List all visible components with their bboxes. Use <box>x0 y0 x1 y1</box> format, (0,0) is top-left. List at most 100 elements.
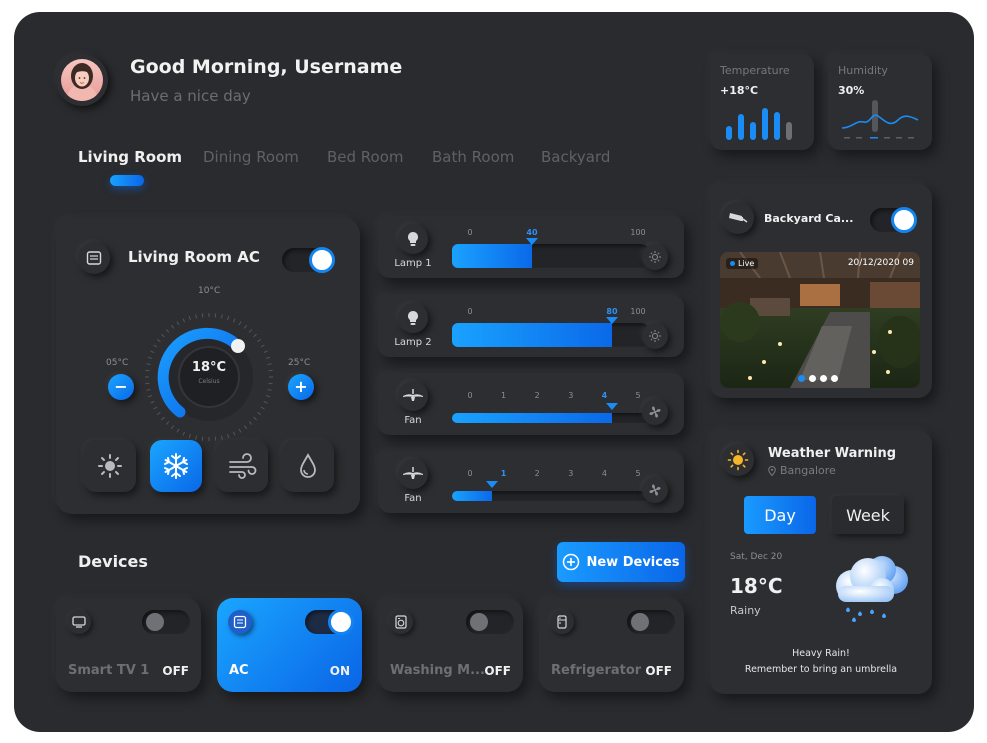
control-label: Fan <box>404 493 422 504</box>
humidity-mini-chart <box>841 100 919 139</box>
level-fill <box>452 244 532 268</box>
humidity-stat-label: Humidity <box>838 64 888 77</box>
devices-title: Devices <box>78 552 148 571</box>
camera-pagination[interactable] <box>798 375 838 382</box>
tick-label: 0 <box>467 307 473 316</box>
tick-label: 0 <box>467 469 473 478</box>
level-marker[interactable] <box>526 238 538 245</box>
lightbulb-icon <box>398 303 428 333</box>
new-devices-button[interactable]: New Devices <box>557 542 685 582</box>
tab-dining-room[interactable]: Dining Room <box>203 148 299 166</box>
dashboard-frame: Good Morning, Username Have a nice day L… <box>14 12 974 732</box>
tab-bath-room[interactable]: Bath Room <box>432 148 514 166</box>
device-state: OFF <box>162 664 189 678</box>
tab-backyard[interactable]: Backyard <box>541 148 610 166</box>
temperature-stat-label: Temperature <box>720 64 790 77</box>
device-card-smart-tv[interactable]: Smart TV 1 OFF <box>56 598 201 692</box>
control-row-2: Lamp 2 0 80 100 <box>378 295 684 357</box>
avatar-photo <box>61 59 103 101</box>
device-name: Smart TV 1 <box>68 663 150 678</box>
device-card-ac[interactable]: AC ON <box>217 598 362 692</box>
level-fill <box>452 491 492 501</box>
sun-weather-icon <box>722 444 754 476</box>
level-fill <box>452 413 612 423</box>
avatar[interactable] <box>56 54 108 106</box>
increase-temp-button[interactable]: + <box>288 374 314 400</box>
add-circle-icon <box>563 553 580 571</box>
level-slider[interactable] <box>452 491 652 501</box>
tick-label: 2 <box>534 391 540 400</box>
temperature-stat-value: +18°C <box>720 84 759 97</box>
ac-unit-icon <box>228 610 252 634</box>
brightness-icon[interactable] <box>642 323 668 349</box>
ceiling-fan-icon <box>398 459 428 489</box>
device-state: OFF <box>484 664 511 678</box>
refrigerator-toggle[interactable] <box>627 610 675 634</box>
level-slider[interactable] <box>452 413 652 423</box>
fan-icon[interactable] <box>642 399 668 425</box>
sun-icon <box>98 454 122 478</box>
control-label: Lamp 1 <box>394 258 432 269</box>
active-tab-indicator <box>110 175 144 186</box>
device-name: AC <box>229 663 249 678</box>
ac-top-label: 10°C <box>198 286 221 296</box>
weather-temp: 18°C <box>730 574 783 598</box>
tick-label: 0 <box>467 391 473 400</box>
ac-min-label: 05°C <box>106 358 129 368</box>
level-marker[interactable] <box>486 481 498 488</box>
mode-heat-button[interactable] <box>84 440 136 492</box>
device-card-washing-machine[interactable]: Washing M... OFF <box>378 598 523 692</box>
device-name: Washing M... <box>390 663 485 678</box>
device-card-refrigerator[interactable]: Refrigerator OFF <box>539 598 684 692</box>
washing-machine-icon <box>389 610 413 634</box>
tick-label: 5 <box>635 469 641 478</box>
tv-icon <box>67 610 91 634</box>
tick-label: 40 <box>526 228 538 237</box>
tick-label: 2 <box>534 469 540 478</box>
tab-bed-room[interactable]: Bed Room <box>327 148 404 166</box>
device-state: ON <box>329 664 350 678</box>
ceiling-fan-icon <box>398 381 428 411</box>
humidity-stat-card: Humidity 30% <box>828 54 932 150</box>
temperature-dial[interactable] <box>142 310 276 444</box>
brightness-icon[interactable] <box>642 244 668 270</box>
weather-week-button[interactable]: Week <box>832 496 904 534</box>
tick-label: 3 <box>568 469 574 478</box>
tab-living-room[interactable]: Living Room <box>78 148 182 166</box>
camera-feed[interactable]: Live 20/12/2020 09 <box>720 252 920 388</box>
ac-max-label: 25°C <box>288 358 311 368</box>
mode-fan-button[interactable] <box>216 440 268 492</box>
device-name: Refrigerator <box>551 663 642 678</box>
mode-dry-button[interactable] <box>282 440 334 492</box>
level-slider[interactable] <box>452 244 652 268</box>
weather-day-button[interactable]: Day <box>744 496 816 534</box>
ac-temp-caption: Celsius <box>198 378 220 385</box>
ac-device-icon <box>78 242 110 274</box>
ac-device-toggle[interactable] <box>305 609 354 635</box>
ac-power-toggle[interactable] <box>282 247 335 273</box>
control-row-3: Fan 0 1 2 3 4 5 <box>378 373 684 435</box>
smart-tv-toggle[interactable] <box>142 610 190 634</box>
camera-title: Backyard Ca... <box>764 212 854 225</box>
tick-label: 100 <box>630 307 646 316</box>
tick-label: 3 <box>568 391 574 400</box>
level-slider[interactable] <box>452 323 652 347</box>
mode-cool-button[interactable] <box>150 440 202 492</box>
greeting-subtitle: Have a nice day <box>130 87 251 105</box>
level-marker[interactable] <box>606 403 618 410</box>
control-label: Lamp 2 <box>394 337 432 348</box>
camera-card: Backyard Ca... Live 20/12/2020 09 <box>710 184 932 398</box>
decrease-temp-button[interactable]: − <box>108 374 134 400</box>
device-state: OFF <box>645 664 672 678</box>
ac-current-temp: 18°C <box>191 360 227 375</box>
level-marker[interactable] <box>606 317 618 324</box>
rain-cloud-icon <box>836 556 908 622</box>
weather-warning-line2: Remember to bring an umbrella <box>744 664 898 675</box>
washing-machine-toggle[interactable] <box>466 610 514 634</box>
tick-label: 0 <box>467 228 473 237</box>
weather-date: Sat, Dec 20 <box>730 552 783 562</box>
fan-icon[interactable] <box>642 477 668 503</box>
droplet-icon <box>300 453 316 478</box>
camera-power-toggle[interactable] <box>870 207 917 233</box>
tick-label: 80 <box>606 307 618 316</box>
